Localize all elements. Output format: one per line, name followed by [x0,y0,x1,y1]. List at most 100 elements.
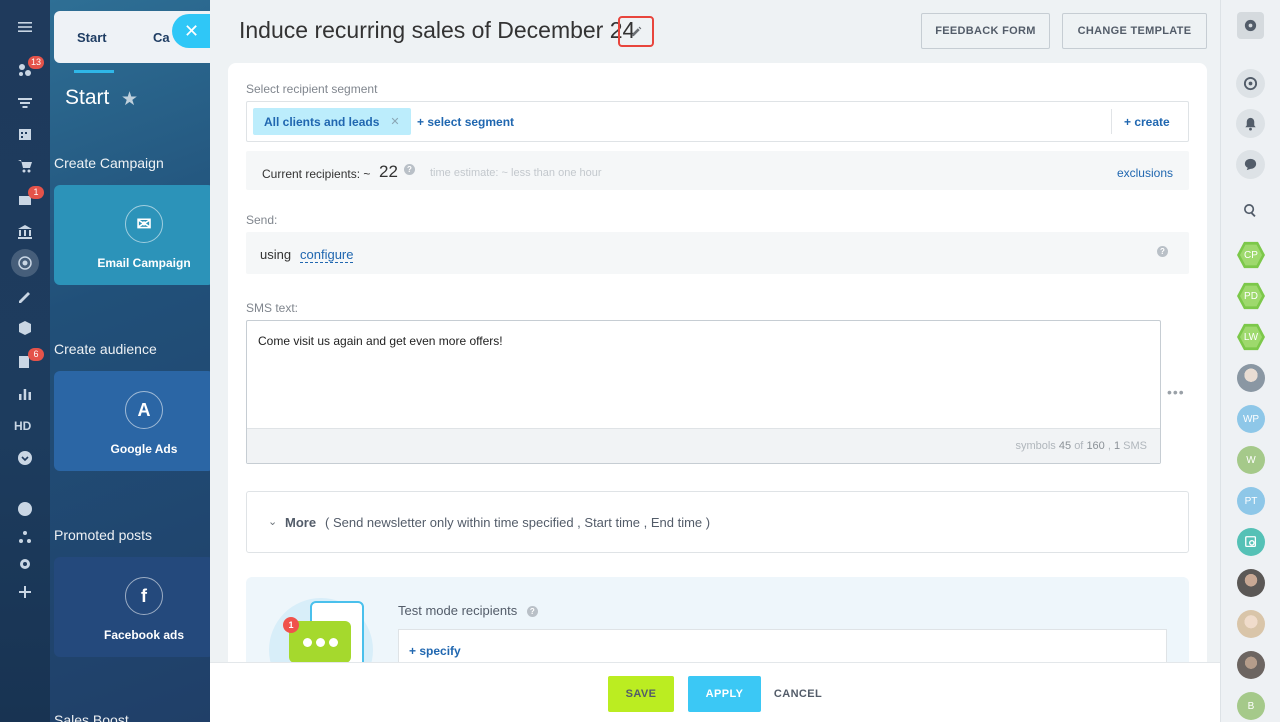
more-options-section[interactable]: ⌄ More ( Send newsletter only within tim… [246,491,1189,553]
contact-avatar[interactable]: WP [1237,405,1265,433]
copilot-icon[interactable] [1236,69,1265,98]
segment-label: Select recipient segment [246,82,378,96]
counter-suffix: SMS [1123,440,1147,452]
help-icon[interactable]: ? [404,164,415,175]
feedback-form-button[interactable]: FEEDBACK FORM [921,13,1050,49]
send-row: using configure ? [246,232,1189,274]
segment-chip[interactable]: All clients and leads ✕ [253,108,411,135]
bank-icon[interactable] [13,220,37,244]
chevron-down-icon[interactable] [13,446,37,470]
recipients-label: Current recipients: ~ [262,167,371,181]
close-icon: ✕ [184,20,200,41]
send-using-text: using [260,247,292,262]
apply-button[interactable]: APPLY [688,676,761,712]
analytics-icon[interactable] [13,382,37,406]
chevron-down-icon: ⌄ [268,516,278,528]
contact-avatar[interactable]: W [1237,446,1265,474]
contact-avatar-photo[interactable] [1237,364,1265,392]
page-title: Induce recurring sales of December 24 [239,17,636,43]
facebook-icon: f [125,577,163,615]
exclusions-link[interactable]: exclusions [1117,166,1173,180]
active-tab-indicator [74,70,114,73]
notifications-bell-icon[interactable] [1236,109,1265,138]
avatar-initials: CP [1244,249,1258,261]
activity-badge: 13 [28,56,45,69]
more-options-icon[interactable]: ••• [1167,384,1185,400]
section-heading: Create audience [54,341,157,357]
chat-icon[interactable] [1236,150,1265,179]
funnel-icon[interactable] [13,91,37,115]
cart-icon[interactable] [13,154,37,178]
facebook-ads-card[interactable]: f Facebook ads [54,557,210,657]
card-label: Facebook ads [103,628,185,642]
max-symbols: 160 [1086,440,1105,452]
pencil-icon [631,26,641,37]
open-line-search-icon[interactable] [1237,528,1265,556]
create-segment-link[interactable]: + create [1124,115,1170,129]
sms-text-editor[interactable]: Come visit us again and get even more of… [246,320,1161,464]
notification-badge: 1 [283,617,299,633]
campaign-form: Select recipient segment All clients and… [228,63,1207,683]
settings-gear-icon[interactable] [13,552,37,576]
section-heading: Create Campaign [54,155,164,171]
symbols-count: 45 [1058,440,1072,452]
help-icon[interactable] [13,497,37,521]
box-icon[interactable] [13,316,37,340]
sms-symbol-counter: symbols 45 of 160 , 1 SMS [1015,440,1147,452]
close-slider-button[interactable]: ✕ [172,14,210,48]
card-label: Google Ads [110,442,178,456]
change-template-button[interactable]: CHANGE TEMPLATE [1062,13,1207,49]
test-recipients-label: Test mode recipients ? [398,603,538,618]
contact-avatar[interactable]: CP [1237,241,1265,269]
select-segment-link[interactable]: + select segment [417,115,514,129]
add-icon[interactable] [13,580,37,604]
section-heading: Sales Boost [54,712,129,722]
contact-avatar[interactable]: LW [1237,323,1265,351]
help-icon[interactable] [1237,12,1264,39]
contact-avatar-photo[interactable] [1237,610,1265,638]
contact-avatar[interactable]: PD [1237,282,1265,310]
recipients-row: Current recipients: ~ 22 ? time estimate… [246,151,1189,190]
marketing-target-icon[interactable] [13,251,37,275]
structure-icon[interactable] [13,525,37,549]
google-ads-icon: A [125,391,163,429]
contact-avatar-photo[interactable] [1237,651,1265,679]
campaign-editor-panel: Induce recurring sales of December 24 FE… [210,0,1220,722]
help-icon[interactable]: ? [526,606,538,617]
specify-link[interactable]: + specify [409,644,461,658]
contact-avatar[interactable]: B [1237,692,1265,720]
sms-label: SMS text: [246,301,299,315]
segment-chip-label: All clients and leads [264,114,380,129]
help-icon[interactable]: ? [1157,246,1168,257]
envelope-icon: ✉ [125,205,163,243]
cancel-button[interactable]: CANCEL [770,676,826,712]
signature-icon[interactable] [13,284,37,308]
tab-start[interactable]: Start [77,30,107,45]
sms-text-content[interactable]: Come visit us again and get even more of… [258,334,503,348]
contact-avatar-photo[interactable] [1237,569,1265,597]
contact-avatar[interactable]: PT [1237,487,1265,515]
background-start-page: Start Ca Start ★ Create Campaign ✉ Email… [50,0,210,722]
time-estimate: time estimate: ~ less than one hour [430,167,602,179]
avatar-initials: LW [1243,331,1259,343]
email-campaign-card[interactable]: ✉ Email Campaign [54,185,210,285]
remove-chip-icon[interactable]: ✕ [390,115,399,128]
configure-link[interactable]: configure [300,247,354,263]
tab-campaigns[interactable]: Ca [153,30,170,45]
sms-counter-bar: symbols 45 of 160 , 1 SMS [247,428,1160,463]
menu-icon[interactable] [13,15,37,39]
favorite-star-icon[interactable]: ★ [121,88,138,111]
inbox-badge: 1 [28,186,44,199]
calendar-icon[interactable] [13,122,37,146]
right-sidebar: CP PD LW WP W PT B [1220,0,1280,722]
divider [1111,109,1112,134]
helpdesk-label[interactable]: HD [14,419,31,433]
save-button[interactable]: SAVE [608,676,674,712]
edit-title-button[interactable] [618,16,654,47]
google-ads-card[interactable]: A Google Ads [54,371,210,471]
search-icon[interactable] [1236,196,1265,225]
counter-prefix: symbols [1015,440,1056,452]
segment-selector: All clients and leads ✕ + select segment… [246,101,1189,142]
tasks-badge: 6 [28,348,44,361]
test-label-text: Test mode recipients [398,603,518,618]
